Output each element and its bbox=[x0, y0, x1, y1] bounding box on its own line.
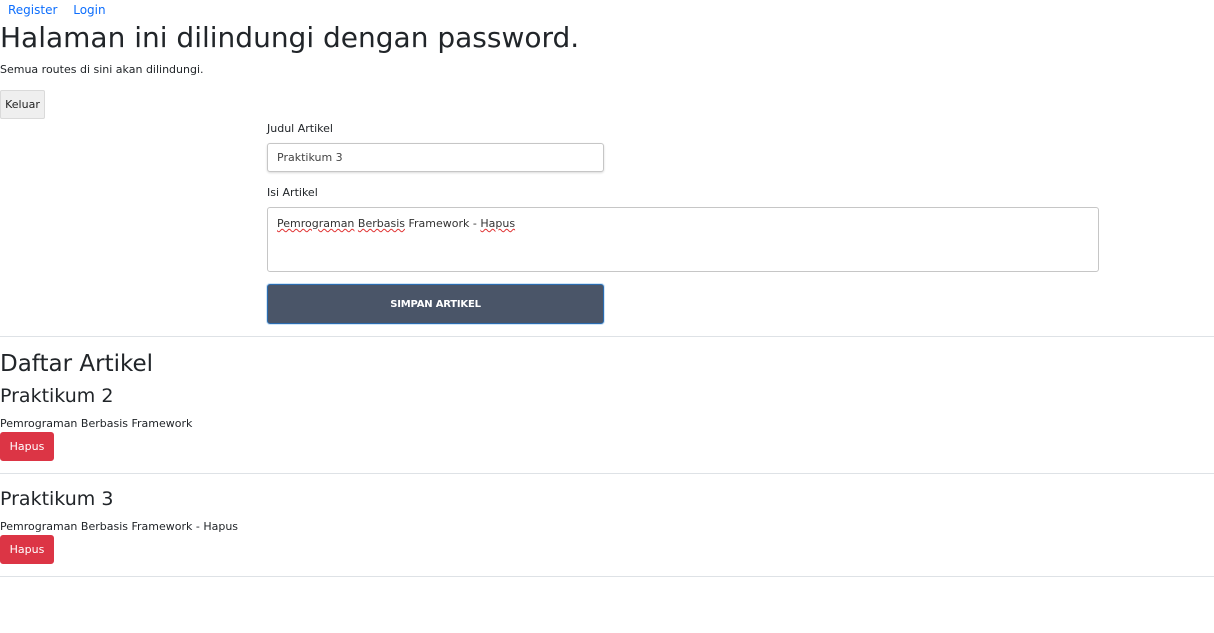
content-word-2: Berbasis bbox=[357, 217, 405, 230]
content-label: Isi Artikel bbox=[267, 186, 318, 199]
content-word-4: Hapus bbox=[480, 217, 516, 230]
page-title: Halaman ini dilindungi dengan password. bbox=[0, 21, 580, 54]
divider bbox=[0, 473, 1214, 474]
content-textarea[interactable]: Pemrograman Berbasis Framework - Hapus bbox=[267, 207, 1099, 272]
title-label: Judul Artikel bbox=[267, 122, 333, 135]
divider bbox=[0, 576, 1214, 577]
article-content: Pemrograman Berbasis Framework bbox=[0, 417, 193, 430]
save-article-button[interactable]: SIMPAN ARTIKEL bbox=[267, 284, 604, 324]
page-subtitle: Semua routes di sini akan dilindungi. bbox=[0, 63, 204, 76]
article-title: Praktikum 3 bbox=[0, 488, 114, 510]
article-list-heading: Daftar Artikel bbox=[0, 351, 154, 377]
logout-button[interactable]: Keluar bbox=[0, 90, 45, 119]
article-title: Praktikum 2 bbox=[0, 385, 114, 407]
register-link[interactable]: Register bbox=[8, 3, 57, 17]
top-nav: Register Login bbox=[8, 2, 118, 18]
content-word-3: Framework - bbox=[405, 217, 481, 230]
delete-article-button[interactable]: Hapus bbox=[0, 535, 54, 564]
title-input[interactable] bbox=[267, 143, 604, 172]
content-word-1: Pemrograman bbox=[277, 217, 355, 230]
article-content: Pemrograman Berbasis Framework - Hapus bbox=[0, 520, 239, 533]
divider bbox=[0, 336, 1214, 337]
login-link[interactable]: Login bbox=[73, 3, 105, 17]
delete-article-button[interactable]: Hapus bbox=[0, 432, 54, 461]
